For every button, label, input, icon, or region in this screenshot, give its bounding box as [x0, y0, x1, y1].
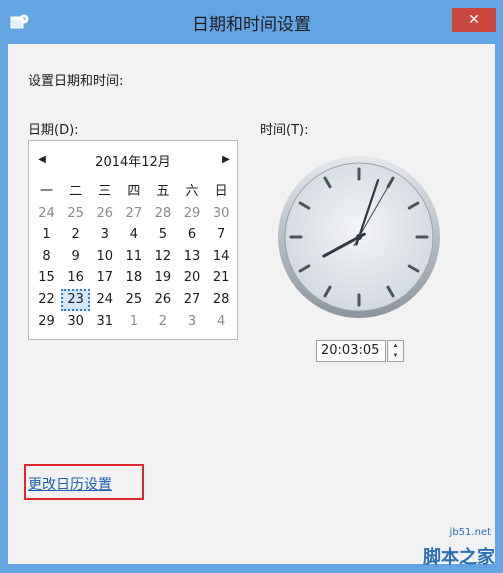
- calendar-day[interactable]: 9: [61, 246, 90, 268]
- calendar-day[interactable]: 24: [90, 289, 119, 311]
- calendar-day[interactable]: 20: [177, 267, 206, 289]
- calendar-day[interactable]: 24: [32, 203, 61, 225]
- analog-clock: [278, 156, 440, 318]
- next-month-button[interactable]: ▶: [219, 153, 233, 167]
- time-up-button[interactable]: ▲: [388, 341, 403, 351]
- change-calendar-settings-link[interactable]: 更改日历设置: [28, 474, 112, 494]
- clock-center: [356, 234, 362, 240]
- calendar-day[interactable]: 8: [32, 246, 61, 268]
- calendar-month-label[interactable]: 2014年12月: [29, 151, 237, 170]
- calendar-week-row: 29 30 31 1 2 3 4: [32, 311, 236, 333]
- calendar-day[interactable]: 18: [119, 267, 148, 289]
- calendar-day[interactable]: 26: [148, 289, 177, 311]
- weekday-label: 五: [156, 184, 170, 199]
- calendar-day[interactable]: 14: [207, 246, 236, 268]
- calendar-day[interactable]: 1: [32, 224, 61, 246]
- close-button[interactable]: ✕: [452, 8, 496, 32]
- calendar-day-selected[interactable]: 23: [61, 288, 91, 311]
- calendar-day[interactable]: 12: [148, 246, 177, 268]
- calendar-day[interactable]: 4: [207, 311, 236, 333]
- time-spinner: ▲ ▼: [387, 340, 404, 362]
- date-label: 日期(D):: [28, 123, 79, 138]
- calendar-day[interactable]: 29: [177, 203, 206, 225]
- calendar-day[interactable]: 31: [90, 311, 119, 333]
- calendar-day[interactable]: 7: [207, 224, 236, 246]
- calendar-day[interactable]: 1: [119, 311, 148, 333]
- calendar-day[interactable]: 30: [207, 203, 236, 225]
- weekday-label: 六: [185, 184, 199, 199]
- weekday-label: 二: [69, 184, 83, 199]
- calendar-day[interactable]: 30: [61, 311, 90, 333]
- watermark: jb51.net 脚本之家: [381, 523, 501, 571]
- time-label: 时间(T):: [260, 123, 309, 138]
- calendar-day[interactable]: 19: [148, 267, 177, 289]
- calendar-day[interactable]: 16: [61, 267, 90, 289]
- calendar-week-row: 8 9 10 11 12 13 14: [32, 246, 236, 268]
- calendar-week-row: 1234567: [32, 224, 236, 246]
- title-bar[interactable]: 日期和时间设置 ✕: [0, 0, 503, 44]
- calendar-grid: 一二三四五六日 24 25 26 27 28 29 30 1 2 3 4 5 6 7 8 9 10 11 12 13 14…: [32, 181, 236, 332]
- watermark-name: 脚本之家: [423, 547, 495, 568]
- window-title: 日期和时间设置: [192, 15, 311, 35]
- calendar-day[interactable]: 4: [119, 224, 148, 246]
- calendar-day[interactable]: 29: [32, 311, 61, 333]
- calendar-day[interactable]: 10: [90, 246, 119, 268]
- time-down-button[interactable]: ▼: [388, 351, 403, 361]
- calendar-day[interactable]: 17: [90, 267, 119, 289]
- calendar-day[interactable]: 27: [119, 203, 148, 225]
- weekday-header-row: 一二三四五六日: [32, 181, 236, 203]
- calendar-day[interactable]: 26: [90, 203, 119, 225]
- calendar-week-row: 24 25 26 27 28 29 30: [32, 203, 236, 225]
- calendar-day[interactable]: 22: [32, 289, 61, 311]
- weekday-label: 日: [214, 184, 228, 199]
- calendar-day[interactable]: 2: [148, 311, 177, 333]
- calendar[interactable]: ◀ 2014年12月 ▶ 一二三四五六日 24 25 26 27 28 29 30 1 2 3 4 5 6…: [28, 140, 238, 340]
- weekday-label: 四: [127, 184, 141, 199]
- calendar-day[interactable]: 25: [61, 203, 90, 225]
- calendar-week-row: 15 16 17 18 19 20 21: [32, 267, 236, 289]
- time-input[interactable]: 20:03:05: [316, 340, 386, 362]
- calendar-day[interactable]: 11: [119, 246, 148, 268]
- calendar-day[interactable]: 13: [177, 246, 206, 268]
- calendar-day[interactable]: 28: [207, 289, 236, 311]
- calendar-day[interactable]: 27: [177, 289, 206, 311]
- calendar-day[interactable]: 3: [177, 311, 206, 333]
- weekday-label: 一: [40, 184, 54, 199]
- dialog-body: 设置日期和时间: 日期(D): 时间(T): ◀ 2014年12月 ▶ 一二三四…: [8, 44, 495, 564]
- calendar-day[interactable]: 28: [148, 203, 177, 225]
- calendar-day[interactable]: 6: [177, 224, 206, 246]
- weekday-label: 三: [98, 184, 112, 199]
- watermark-url: jb51.net: [449, 527, 491, 538]
- calendar-day[interactable]: 5: [148, 224, 177, 246]
- calendar-day[interactable]: 21: [207, 267, 236, 289]
- calendar-day[interactable]: 15: [32, 267, 61, 289]
- window: 日期和时间设置 ✕ 设置日期和时间: 日期(D): 时间(T): ◀ 2014年…: [0, 0, 503, 573]
- calendar-week-row: 22 23 24 25 26 27 28: [32, 288, 236, 311]
- calendar-day[interactable]: 25: [119, 289, 148, 311]
- calendar-day[interactable]: 3: [90, 224, 119, 246]
- heading-label: 设置日期和时间:: [28, 74, 124, 89]
- calendar-day[interactable]: 2: [61, 224, 90, 246]
